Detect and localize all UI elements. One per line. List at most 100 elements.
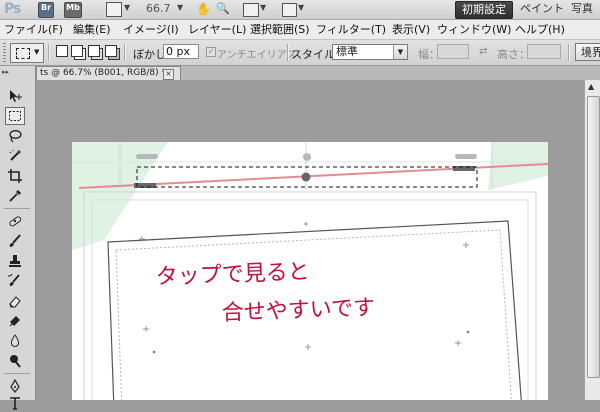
screen-mode-dropdown-icon[interactable]: ▼: [298, 3, 304, 12]
zoom-level[interactable]: 66.7: [146, 2, 171, 15]
minibridge-button[interactable]: Mb: [64, 2, 82, 18]
menu-layer[interactable]: レイヤー(L): [188, 22, 246, 37]
refine-edge-label: 境界: [581, 46, 600, 59]
tool-preset-picker[interactable]: ▼: [10, 43, 44, 63]
feather-input[interactable]: [163, 44, 199, 59]
eraser-tool[interactable]: [5, 292, 25, 310]
document-canvas[interactable]: タップで見ると 合せやすいです: [36, 80, 584, 400]
options-separator: [287, 44, 289, 61]
tombo-bar-left: [136, 154, 158, 159]
options-bar: ▼ ぼかし： ✓ アンチエイリアス スタイル： 標準 ▼ 幅： ⇄ 高さ： 境界: [0, 40, 600, 66]
intersect-selection-icon[interactable]: [105, 45, 117, 57]
registration-dot: [152, 350, 156, 354]
gradient-tool-icon: [9, 316, 20, 327]
view-extras-icon[interactable]: [106, 2, 122, 17]
add-to-selection-icon[interactable]: [71, 45, 83, 57]
blur-tool-icon: [10, 334, 20, 347]
width-input[interactable]: [437, 44, 469, 59]
menu-filter[interactable]: フィルター(T): [316, 22, 386, 37]
rectangular-marquee-tool[interactable]: [5, 107, 25, 125]
vertical-scrollbar[interactable]: ▲: [584, 80, 600, 400]
menu-bar: ファイル(F) 編集(E) イメージ(I) レイヤー(L) 選択範囲(S) フィ…: [0, 20, 600, 40]
brush-tool[interactable]: [5, 232, 25, 250]
clone-stamp-tool-icon: [9, 255, 21, 267]
toolbox: ▸▸: [0, 66, 36, 410]
screen-mode-icon[interactable]: [282, 3, 297, 17]
lasso-tool[interactable]: [5, 127, 25, 145]
arrange-dropdown-icon[interactable]: ▼: [260, 3, 266, 12]
lasso-tool-icon: [9, 130, 22, 143]
view-extras-dropdown-icon[interactable]: ▼: [124, 3, 130, 12]
toolbox-separator: [4, 208, 30, 209]
marker-bar-right: [453, 166, 475, 171]
menu-image[interactable]: イメージ(I): [123, 22, 179, 37]
quick-selection-tool[interactable]: [5, 147, 25, 165]
new-selection-icon[interactable]: [56, 45, 68, 57]
dodge-tool[interactable]: [5, 352, 25, 370]
document-tab-bar: ts @ 66.7% (B001, RGB/8) * ×: [36, 66, 600, 80]
tombo-center-dot: [303, 153, 311, 161]
pen-tool-icon: [10, 379, 20, 393]
pen-tool[interactable]: [5, 377, 25, 395]
type-tool-icon: [10, 397, 20, 410]
chevron-down-icon: ▼: [393, 45, 407, 59]
menu-edit[interactable]: 編集(E): [73, 22, 111, 37]
eraser-tool-icon: [9, 296, 21, 308]
tombo-bar-right: [455, 154, 477, 159]
refine-edge-button[interactable]: 境界: [575, 43, 600, 61]
menu-file[interactable]: ファイル(F): [4, 22, 63, 37]
menu-select[interactable]: 選択範囲(S): [250, 22, 310, 37]
type-tool[interactable]: [5, 394, 25, 412]
bridge-button[interactable]: Br: [38, 2, 54, 18]
swap-dimensions-icon[interactable]: ⇄: [479, 46, 487, 57]
dodge-tool-icon: [10, 355, 21, 368]
move-tool[interactable]: [5, 87, 25, 105]
height-label: 高さ：: [497, 48, 530, 61]
style-select[interactable]: 標準 ▼: [332, 44, 408, 60]
height-input[interactable]: [527, 44, 561, 59]
rectangular-marquee-tool-icon: [9, 111, 21, 121]
marquee-preset-icon: [16, 48, 30, 59]
options-separator: [568, 44, 570, 61]
subtract-from-selection-icon[interactable]: [88, 45, 100, 57]
zoom-tool-icon[interactable]: 🔍: [216, 2, 230, 15]
clone-stamp-tool[interactable]: [5, 252, 25, 270]
hand-tool-icon[interactable]: ✋: [196, 2, 211, 16]
close-icon[interactable]: ×: [163, 69, 174, 80]
arrange-documents-icon[interactable]: [243, 3, 259, 17]
workspace-button-paint[interactable]: ペイント: [514, 1, 570, 17]
brush-tool-icon: [9, 234, 21, 247]
marker-center-dot: [301, 172, 311, 182]
menu-help[interactable]: ヘルプ(H): [515, 22, 565, 37]
document-tab[interactable]: ts @ 66.7% (B001, RGB/8) * ×: [36, 66, 181, 80]
scroll-up-icon[interactable]: ▲: [588, 82, 594, 91]
scrollbar-thumb[interactable]: [587, 96, 600, 378]
options-separator: [48, 44, 50, 61]
antialias-label: アンチエイリアス: [217, 50, 297, 61]
workspace-button-essentials[interactable]: 初期設定: [455, 1, 513, 19]
crop-tool[interactable]: [5, 167, 25, 185]
move-tool-icon: [10, 90, 22, 102]
eyedropper-tool-icon: [9, 190, 21, 202]
antialias-checkbox[interactable]: ✓: [206, 47, 216, 57]
menu-window[interactable]: ウィンドウ(W): [437, 22, 511, 37]
history-brush-tool[interactable]: [5, 272, 25, 290]
blur-tool[interactable]: [5, 332, 25, 350]
document-tab-title: ts @ 66.7% (B001, RGB/8) *: [40, 68, 167, 78]
menu-view[interactable]: 表示(V): [392, 22, 430, 37]
canvas-area[interactable]: タップで見ると 合せやすいです: [36, 80, 584, 400]
preset-dropdown-icon: ▼: [34, 48, 40, 56]
spot-healing-brush-tool[interactable]: [5, 212, 25, 230]
quick-selection-tool-icon: [9, 150, 21, 161]
zoom-dropdown-icon[interactable]: ▼: [177, 3, 183, 12]
gradient-tool[interactable]: [5, 312, 25, 330]
photoshop-logo: Ps: [4, 1, 21, 17]
workspace-button-photo[interactable]: 写真: [565, 1, 599, 17]
options-separator: [124, 44, 126, 61]
collapse-toolbox-icon[interactable]: ▸▸: [2, 68, 9, 76]
eyedropper-tool[interactable]: [5, 187, 25, 205]
registration-dot: [466, 330, 470, 334]
toolbox-separator: [4, 373, 30, 374]
application-bar: Ps Br Mb ▼ 66.7 ▼ ✋ 🔍 ▼ ▼ 初期設定 ペイント 写真: [0, 0, 600, 20]
options-grip: [3, 43, 6, 62]
